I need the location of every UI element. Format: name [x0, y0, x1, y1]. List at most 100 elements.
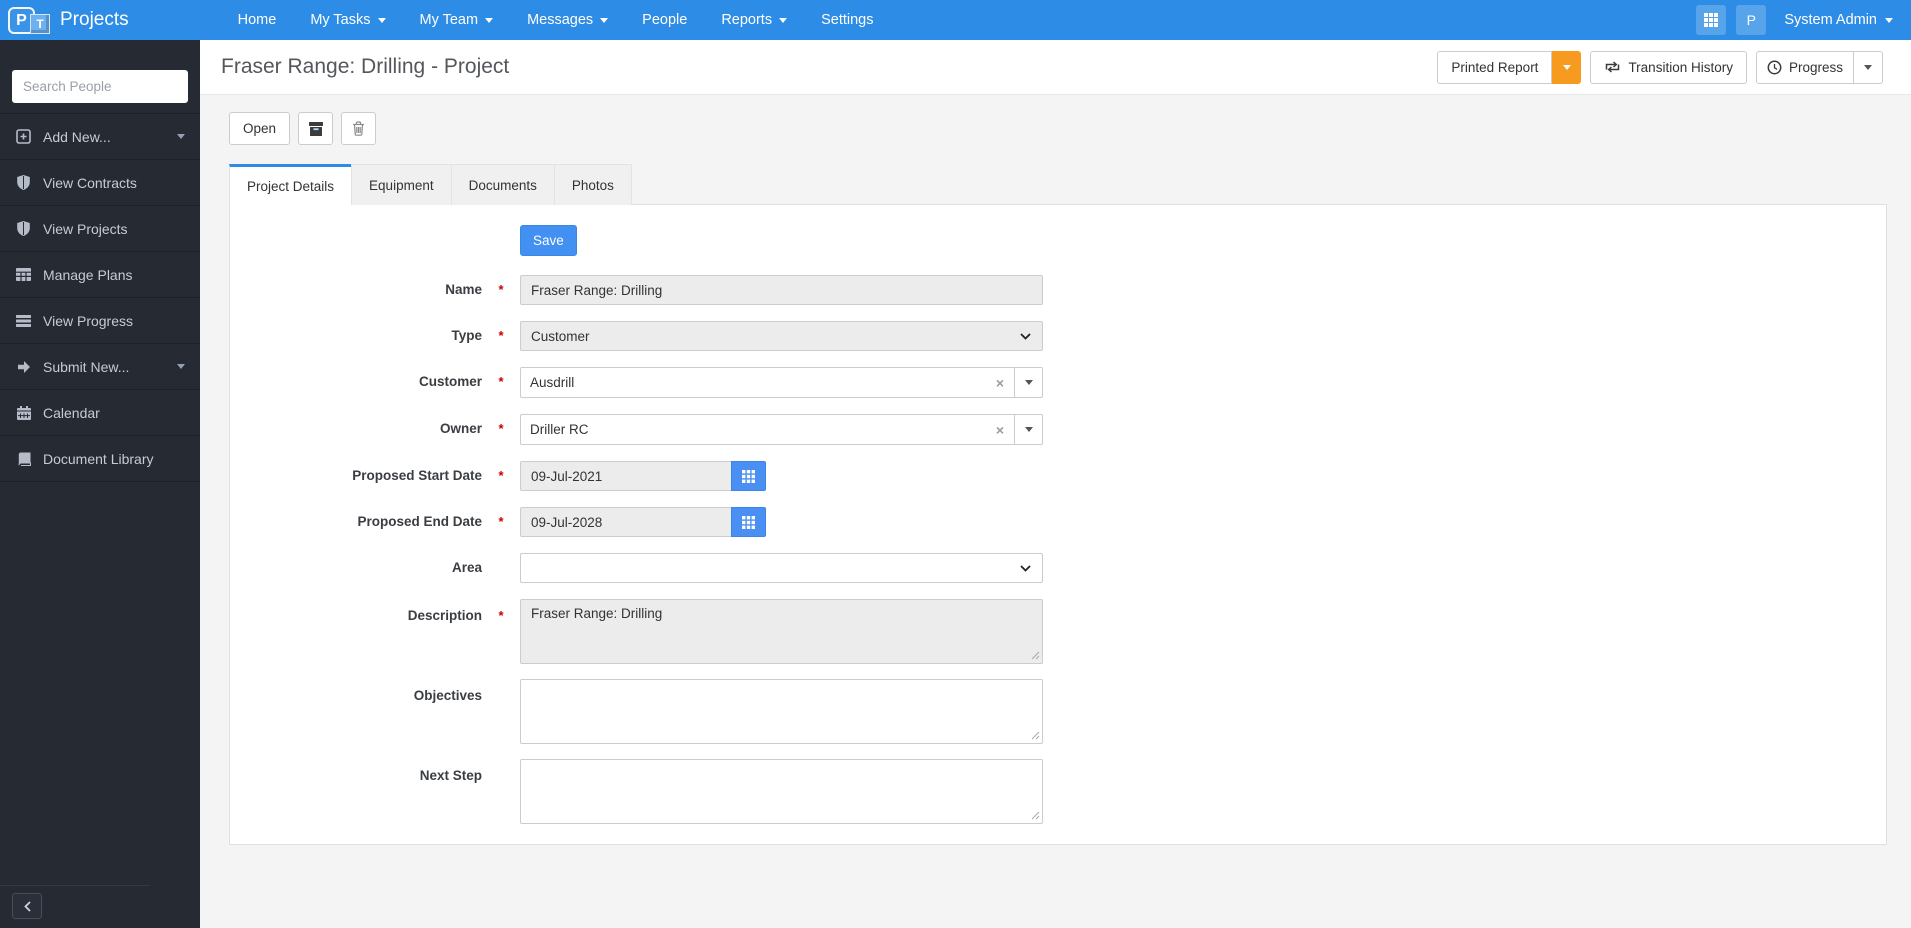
nav-item-messages[interactable]: Messages	[510, 0, 625, 40]
field-row-owner: Owner * Driller RC ×	[230, 414, 1886, 445]
brand[interactable]: P T Projects	[0, 6, 129, 34]
field-row-type: Type * Customer	[230, 321, 1886, 351]
field-row-area: Area	[230, 553, 1886, 583]
customer-value: Ausdrill	[530, 375, 575, 390]
calendar-grid-icon	[742, 515, 755, 529]
required-asterisk: *	[498, 421, 504, 436]
sidebar: Add New... View Contracts View Projects	[0, 40, 200, 928]
caret-down-icon	[1562, 64, 1571, 70]
page-title: Fraser Range: Drilling - Project	[221, 55, 510, 78]
sidebar-item-view-projects[interactable]: View Projects	[0, 205, 200, 251]
customer-combobox[interactable]: Ausdrill ×	[520, 367, 1043, 398]
customer-caret-button[interactable]	[1014, 368, 1042, 397]
sidebar-item-view-progress[interactable]: View Progress	[0, 297, 200, 343]
owner-label: Owner	[439, 421, 482, 436]
caret-down-icon	[177, 134, 185, 139]
proposed-start-date-label: Proposed Start Date	[352, 468, 482, 483]
clock-icon	[1767, 60, 1782, 74]
clear-icon[interactable]: ×	[986, 415, 1014, 444]
tab-equipment[interactable]: Equipment	[351, 164, 452, 205]
top-navbar: P T Projects Home My Tasks My Team Messa…	[0, 0, 1911, 40]
sidebar-item-view-contracts[interactable]: View Contracts	[0, 159, 200, 205]
customer-label: Customer	[418, 374, 482, 389]
owner-caret-button[interactable]	[1014, 415, 1042, 444]
shield-icon	[15, 221, 32, 236]
description-label: Description	[407, 608, 482, 623]
type-label: Type	[451, 328, 482, 343]
save-button[interactable]: Save	[520, 225, 577, 256]
area-label: Area	[451, 560, 482, 575]
book-icon	[15, 452, 32, 466]
tab-bar: Project Details Equipment Documents Phot…	[229, 164, 1887, 205]
shield-icon	[15, 175, 32, 190]
printed-report-button[interactable]: Printed Report	[1437, 50, 1553, 84]
nav-item-settings[interactable]: Settings	[804, 0, 890, 40]
table-icon	[15, 268, 32, 281]
arrow-right-icon	[15, 360, 32, 374]
caret-down-icon	[1864, 64, 1872, 70]
tab-project-details[interactable]: Project Details	[229, 164, 353, 205]
start-date-calendar-button[interactable]	[731, 461, 766, 491]
type-select[interactable]: Customer	[520, 321, 1043, 351]
area-select[interactable]	[520, 553, 1043, 583]
caret-down-icon	[779, 17, 788, 23]
transition-history-button[interactable]: Transition History	[1590, 50, 1747, 84]
required-asterisk: *	[498, 374, 504, 389]
plus-square-icon	[15, 129, 32, 144]
proposed-end-date-input[interactable]	[520, 507, 732, 537]
next-step-textarea[interactable]	[520, 759, 1043, 824]
sidebar-item-calendar[interactable]: Calendar	[0, 389, 200, 435]
sidebar-item-add-new[interactable]: Add New...	[0, 113, 200, 159]
caret-down-icon	[600, 17, 609, 23]
field-row-description: Description * Fraser Range: Drilling	[230, 599, 1886, 664]
nav-item-people[interactable]: People	[625, 0, 704, 40]
profile-button[interactable]: P	[1736, 5, 1767, 35]
tab-photos[interactable]: Photos	[553, 164, 632, 205]
navbar-right: P System Admin	[1696, 5, 1911, 35]
apps-button[interactable]	[1696, 5, 1727, 35]
search-input[interactable]	[12, 70, 188, 103]
nav-item-my-tasks[interactable]: My Tasks	[293, 0, 402, 40]
owner-combobox[interactable]: Driller RC ×	[520, 414, 1043, 445]
sidebar-item-document-library[interactable]: Document Library	[0, 435, 200, 481]
proposed-start-date-input[interactable]	[520, 461, 732, 491]
open-button[interactable]: Open	[229, 112, 291, 145]
clear-icon[interactable]: ×	[986, 368, 1014, 397]
nav-item-my-team[interactable]: My Team	[403, 0, 511, 40]
tab-documents[interactable]: Documents	[450, 164, 555, 205]
field-row-next-step: Next Step	[230, 759, 1886, 824]
caret-down-icon	[1024, 380, 1033, 385]
app-logo-icon: P T	[8, 6, 50, 34]
nav-item-home[interactable]: Home	[221, 0, 294, 40]
nav-item-reports[interactable]: Reports	[704, 0, 804, 40]
field-row-objectives: Objectives	[230, 679, 1886, 744]
printed-report-caret-button[interactable]	[1552, 50, 1582, 84]
progress-button[interactable]: Progress	[1755, 50, 1854, 84]
retweet-icon	[1606, 61, 1620, 73]
progress-bars-icon	[15, 314, 32, 327]
name-input[interactable]	[520, 275, 1043, 305]
end-date-calendar-button[interactable]	[731, 507, 766, 537]
sidebar-item-manage-plans[interactable]: Manage Plans	[0, 251, 200, 297]
user-menu[interactable]: System Admin	[1776, 12, 1893, 28]
progress-caret-button[interactable]	[1854, 50, 1883, 84]
description-textarea[interactable]: Fraser Range: Drilling	[520, 599, 1043, 664]
page-header: Fraser Range: Drilling - Project Printed…	[200, 40, 1911, 95]
field-row-proposed-end-date: Proposed End Date *	[230, 507, 1886, 537]
grid-icon	[1704, 13, 1719, 27]
sidebar-item-submit-new[interactable]: Submit New...	[0, 343, 200, 389]
progress-group: Progress	[1755, 50, 1883, 84]
field-row-name: Name *	[230, 275, 1886, 305]
archive-button[interactable]	[298, 112, 334, 145]
sidebar-collapse-button[interactable]	[12, 893, 42, 919]
proposed-end-date-label: Proposed End Date	[357, 514, 482, 529]
objectives-textarea[interactable]	[520, 679, 1043, 744]
caret-down-icon	[177, 364, 185, 369]
delete-button[interactable]	[341, 112, 377, 145]
sidebar-footer	[0, 885, 150, 928]
chevron-down-icon	[1020, 565, 1031, 572]
field-row-proposed-start-date: Proposed Start Date *	[230, 461, 1886, 491]
chevron-down-icon	[1020, 333, 1031, 340]
record-toolbar: Open	[229, 112, 1887, 145]
caret-down-icon	[377, 17, 386, 23]
